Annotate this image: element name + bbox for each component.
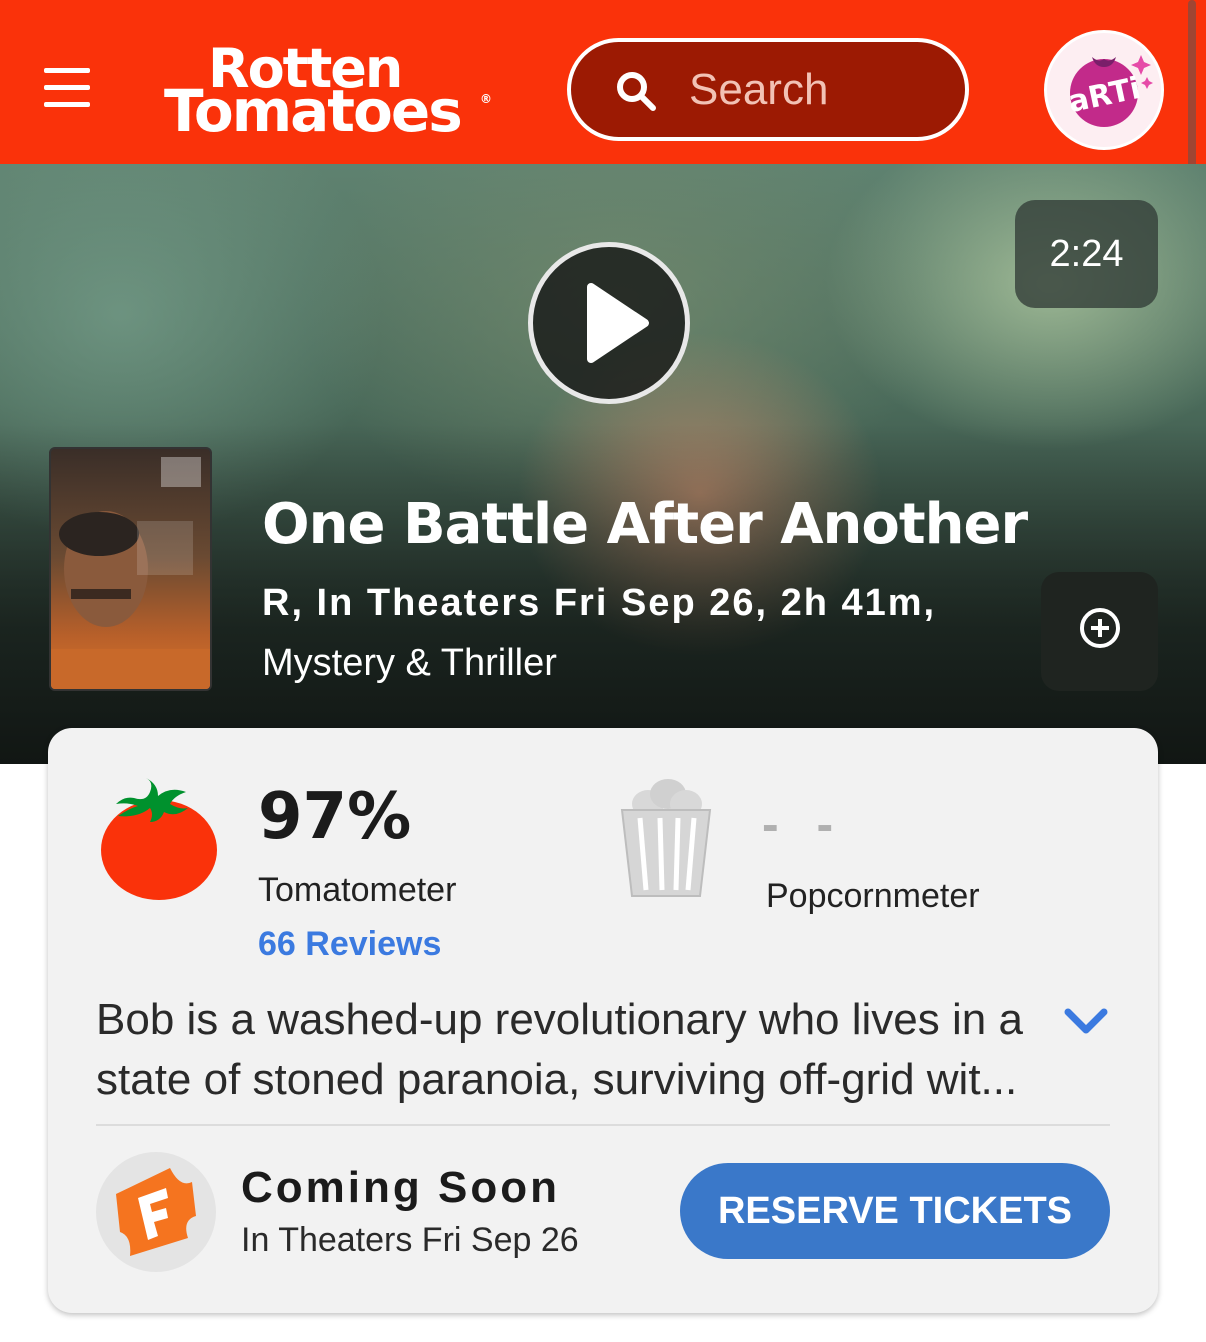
play-icon [587, 283, 649, 363]
avatar[interactable]: aRTi [1044, 30, 1164, 150]
tomato-icon [101, 778, 217, 900]
tomatometer-label: Tomatometer [258, 871, 457, 909]
movie-meta-rating-release: R, In Theaters Fri Sep 26, 2h 41m, [262, 582, 937, 624]
movie-page: Rotten Tomatoes ® Search aRTi 2:24 One B… [0, 0, 1206, 1342]
fandango-logo [96, 1152, 216, 1272]
divider [96, 1124, 1110, 1126]
release-date: In Theaters Fri Sep 26 [241, 1221, 579, 1259]
score-card: 97% Tomatometer 66 Reviews - - Popcornme… [48, 728, 1158, 1313]
popcorn-icon [620, 779, 712, 897]
search-placeholder: Search [689, 65, 829, 114]
hero-trailer[interactable]: 2:24 One Battle After Another R, In Thea… [0, 164, 1206, 764]
trailer-duration: 2:24 [1015, 200, 1158, 308]
search-input[interactable]: Search [567, 38, 969, 141]
rotten-tomatoes-logo[interactable]: Rotten Tomatoes ® [162, 40, 492, 145]
menu-icon[interactable] [44, 68, 90, 108]
chevron-down-icon[interactable] [1062, 1004, 1110, 1038]
reviews-link[interactable]: 66 Reviews [258, 922, 441, 966]
search-icon [617, 72, 656, 111]
movie-title: One Battle After Another [262, 492, 1028, 557]
add-to-watchlist-button[interactable] [1041, 572, 1158, 691]
movie-meta-genre: Mystery & Thriller [262, 642, 557, 684]
synopsis-text: Bob is a washed-up revolutionary who liv… [96, 995, 1023, 1104]
logo-line2: Tomatoes [164, 77, 463, 145]
ticket-status: Coming Soon [241, 1163, 560, 1212]
play-button[interactable] [528, 242, 690, 404]
top-header: Rotten Tomatoes ® Search aRTi [0, 0, 1206, 230]
tomatometer-score: 97% [258, 780, 412, 854]
popcornmeter-score: - - [762, 796, 846, 852]
arti-icon: aRTi [1065, 55, 1153, 127]
reserve-tickets-button[interactable]: RESERVE TICKETS [680, 1163, 1110, 1259]
movie-poster[interactable] [49, 447, 212, 691]
add-icon [1080, 608, 1120, 648]
fandango-icon [116, 1168, 196, 1256]
popcornmeter-label: Popcornmeter [766, 877, 980, 915]
